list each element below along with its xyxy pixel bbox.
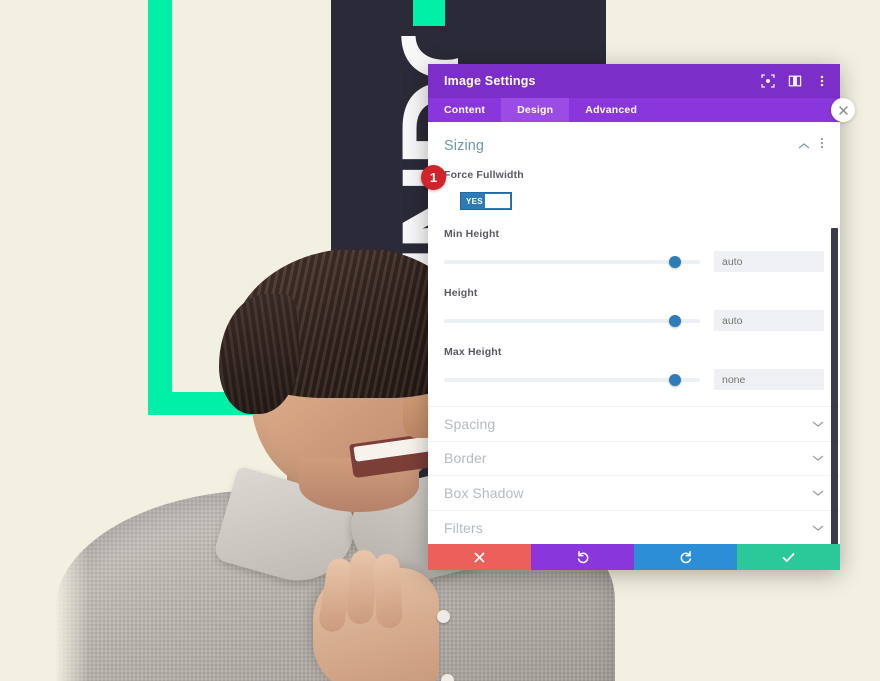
min-height-slider[interactable] — [444, 255, 700, 269]
height-slider-row — [444, 310, 824, 331]
sizing-section-header[interactable]: Sizing — [444, 136, 824, 169]
slider-track — [444, 259, 700, 264]
force-fullwidth-toggle[interactable]: YES — [460, 192, 512, 210]
slider-track — [444, 377, 700, 382]
photo-finger — [346, 549, 378, 625]
floating-close-button[interactable] — [831, 98, 855, 122]
section-label: Spacing — [444, 415, 496, 432]
image-settings-modal: Image Settings Content Design Advanced S… — [428, 64, 840, 570]
max-height-field: Max Height — [444, 346, 824, 390]
layout-columns-icon[interactable] — [787, 73, 803, 89]
tab-content[interactable]: Content — [428, 98, 501, 122]
collapsed-sections-list: Spacing Border Box Shadow Filters — [428, 406, 840, 544]
height-field: Height — [444, 287, 824, 331]
expand-icon[interactable] — [760, 73, 776, 89]
max-height-input[interactable] — [714, 369, 824, 390]
max-height-slider[interactable] — [444, 373, 700, 387]
modal-title: Image Settings — [444, 74, 536, 88]
modal-footer — [428, 544, 840, 570]
modal-header: Image Settings — [428, 64, 840, 98]
min-height-label: Min Height — [444, 228, 500, 240]
min-height-input[interactable] — [714, 251, 824, 272]
section-filters[interactable]: Filters — [428, 509, 840, 544]
modal-header-icon-group — [760, 73, 830, 89]
photo-left-fade — [55, 250, 89, 681]
modal-tab-bar: Content Design Advanced — [428, 98, 840, 122]
save-button[interactable] — [737, 544, 840, 570]
slider-handle[interactable] — [669, 373, 682, 386]
undo-button[interactable] — [531, 544, 634, 570]
slider-track — [444, 318, 700, 323]
tab-advanced[interactable]: Advanced — [569, 98, 653, 122]
chevron-down-icon[interactable] — [812, 484, 824, 502]
force-fullwidth-toggle-row: YES — [444, 192, 824, 210]
photo-shirt-button — [441, 674, 454, 681]
toggle-knob — [485, 194, 510, 208]
more-vertical-icon[interactable] — [814, 73, 830, 89]
height-slider[interactable] — [444, 314, 700, 328]
height-label: Height — [444, 287, 478, 299]
max-height-label: Max Height — [444, 346, 502, 358]
max-height-slider-row — [444, 369, 824, 390]
section-border[interactable]: Border — [428, 440, 840, 476]
photo-shirt-button — [437, 610, 450, 623]
section-box-shadow[interactable]: Box Shadow — [428, 475, 840, 510]
redo-button[interactable] — [634, 544, 737, 570]
force-fullwidth-field: Force Fullwidth YES — [444, 169, 824, 210]
chevron-down-icon[interactable] — [812, 449, 824, 467]
chevron-down-icon[interactable] — [812, 519, 824, 537]
more-vertical-icon[interactable] — [820, 136, 824, 155]
height-input[interactable] — [714, 310, 824, 331]
photo-finger — [373, 553, 403, 629]
chevron-up-icon[interactable] — [798, 137, 810, 155]
step-badge-1: 1 — [421, 165, 446, 190]
modal-scrollbar[interactable] — [831, 228, 838, 544]
force-fullwidth-toggle-value: YES — [466, 196, 483, 206]
cancel-button[interactable] — [428, 544, 531, 570]
modal-body: Sizing Force Fullwidth YES Min Height au… — [428, 122, 840, 544]
tab-design[interactable]: Design — [501, 98, 570, 122]
section-label: Box Shadow — [444, 484, 524, 501]
photo-hair-side — [219, 294, 299, 414]
section-label: Filters — [444, 519, 483, 536]
min-height-field: Min Height — [444, 228, 824, 272]
section-label: Border — [444, 450, 487, 467]
decorative-green-square — [413, 0, 445, 26]
section-spacing[interactable]: Spacing — [428, 406, 840, 441]
min-height-slider-row — [444, 251, 824, 272]
sizing-section-controls — [798, 136, 824, 155]
force-fullwidth-label: Force Fullwidth — [444, 169, 524, 181]
screenshot-root: UNDOE Image Settings — [0, 0, 880, 681]
slider-handle[interactable] — [669, 255, 682, 268]
sizing-section-title: Sizing — [444, 137, 485, 154]
sizing-section: Sizing Force Fullwidth YES Min Height au… — [428, 122, 840, 390]
chevron-down-icon[interactable] — [812, 415, 824, 433]
slider-handle[interactable] — [669, 314, 682, 327]
